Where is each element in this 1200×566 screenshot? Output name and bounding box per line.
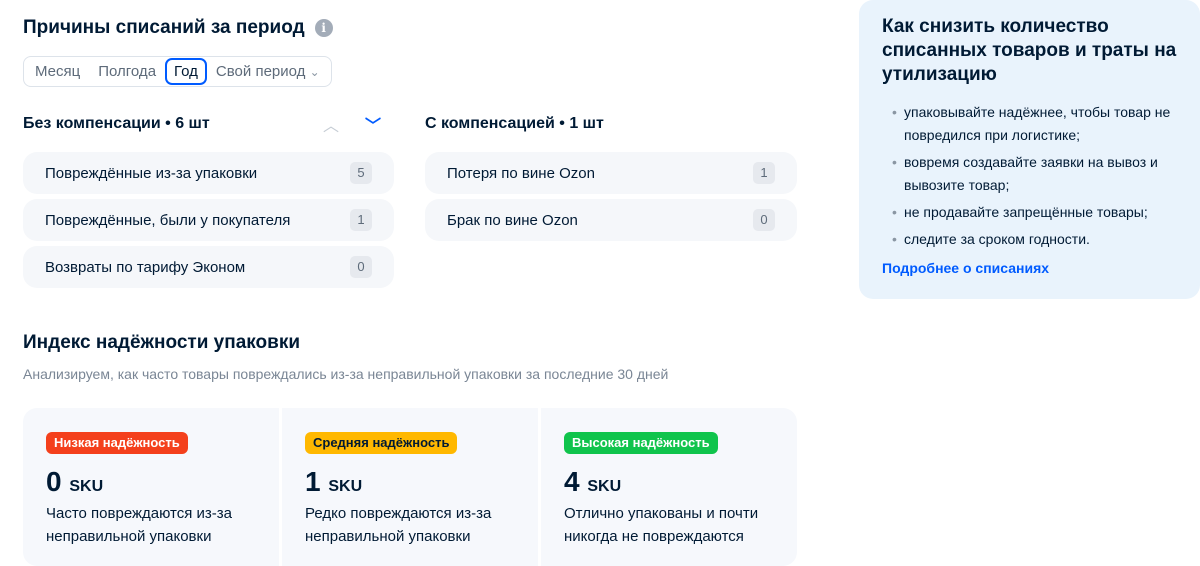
card-description: Редко повреждаются из-за неправильной уп… [305, 505, 492, 545]
low-reliability-tag: Низкая надёжность [46, 432, 188, 454]
count-badge: 1 [753, 162, 775, 184]
with-compensation-title: С компенсацией • 1 шт [425, 115, 604, 132]
count-badge: 0 [753, 209, 775, 231]
item-label: Брак по вине Ozon [447, 211, 578, 229]
more-about-writeoffs-link[interactable]: Подробнее о списаниях [882, 260, 1177, 276]
without-compensation-title: Без компенсации • 6 шт [23, 115, 210, 132]
item-label: Потеря по вине Ozon [447, 164, 595, 182]
tip-item: следите за сроком годности. [882, 228, 1177, 251]
period-halfyear[interactable]: Полгода [89, 58, 165, 85]
count-badge: 0 [350, 256, 372, 278]
list-item[interactable]: Брак по вине Ozon 0 [425, 199, 797, 241]
period-month[interactable]: Месяц [26, 58, 89, 85]
sku-count: 1 SKU [305, 466, 515, 498]
item-label: Повреждённые из-за упаковки [45, 164, 258, 182]
index-subtitle: Анализируем, как часто товары повреждали… [23, 366, 669, 382]
reliability-card-low: Низкая надёжность 0 SKU Часто повреждают… [23, 408, 279, 566]
list-item[interactable]: Возвраты по тарифу Эконом 0 [23, 246, 394, 288]
sku-unit: SKU [69, 478, 104, 495]
tip-item: не продавайте запрещённые товары; [882, 201, 1177, 224]
sku-count: 4 SKU [564, 466, 774, 498]
reliability-card-medium: Средняя надёжность 1 SKU Редко повреждаю… [282, 408, 538, 566]
info-icon[interactable]: i [314, 19, 333, 37]
period-selector: Месяц Полгода Год Свой период ⌄ [23, 56, 332, 87]
item-label: Возвраты по тарифу Эконом [45, 258, 246, 276]
item-label: Повреждённые, были у покупателя [45, 211, 291, 229]
with-compensation-list: Потеря по вине Ozon 1 Брак по вине Ozon 0 [425, 152, 797, 241]
card-description: Отлично упакованы и почти никогда не пов… [564, 505, 759, 545]
index-title: Индекс надёжности упаковки [23, 332, 301, 353]
without-compensation-list: Повреждённые из-за упаковки 5 Повреждённы… [23, 152, 394, 288]
sku-unit: SKU [328, 478, 363, 495]
chevron-up-icon[interactable]: ︿ [323, 112, 339, 136]
card-description: Часто повреждаются из-за неправильной уп… [46, 505, 233, 545]
chevron-down-icon: ⌄ [309, 65, 320, 79]
sku-value: 1 [305, 466, 321, 497]
tips-list: упаковывайте надёжнее, чтобы товар не по… [882, 101, 1177, 251]
list-item[interactable]: Повреждённые, были у покупателя 1 [23, 199, 394, 241]
reliability-card-high: Высокая надёжность 4 SKU Отлично упакова… [541, 408, 797, 566]
sku-value: 4 [564, 466, 580, 497]
period-custom-label: Свой период [215, 63, 306, 80]
reasons-header: Причины списаний за период i [23, 17, 333, 39]
sku-value: 0 [46, 466, 62, 497]
list-item[interactable]: Потеря по вине Ozon 1 [425, 152, 797, 194]
medium-reliability-tag: Средняя надёжность [305, 432, 458, 454]
tip-item: упаковывайте надёжнее, чтобы товар не по… [882, 101, 1177, 147]
list-item[interactable]: Повреждённые из-за упаковки 5 [23, 152, 394, 194]
page-title: Причины списаний за период [23, 17, 305, 38]
period-custom[interactable]: Свой период ⌄ [207, 58, 329, 85]
high-reliability-tag: Высокая надёжность [564, 432, 718, 454]
tip-item: вовремя создавайте заявки на вывоз и выв… [882, 151, 1177, 197]
count-badge: 1 [350, 209, 372, 231]
chevron-down-icon[interactable]: ﹀ [365, 112, 381, 136]
sku-unit: SKU [587, 478, 622, 495]
sku-count: 0 SKU [46, 466, 256, 498]
period-year[interactable]: Год [165, 58, 207, 85]
tips-title: Как снизить количество списанных товаров… [882, 16, 1177, 85]
tips-panel: Как снизить количество списанных товаров… [859, 0, 1200, 299]
count-badge: 5 [350, 162, 372, 184]
